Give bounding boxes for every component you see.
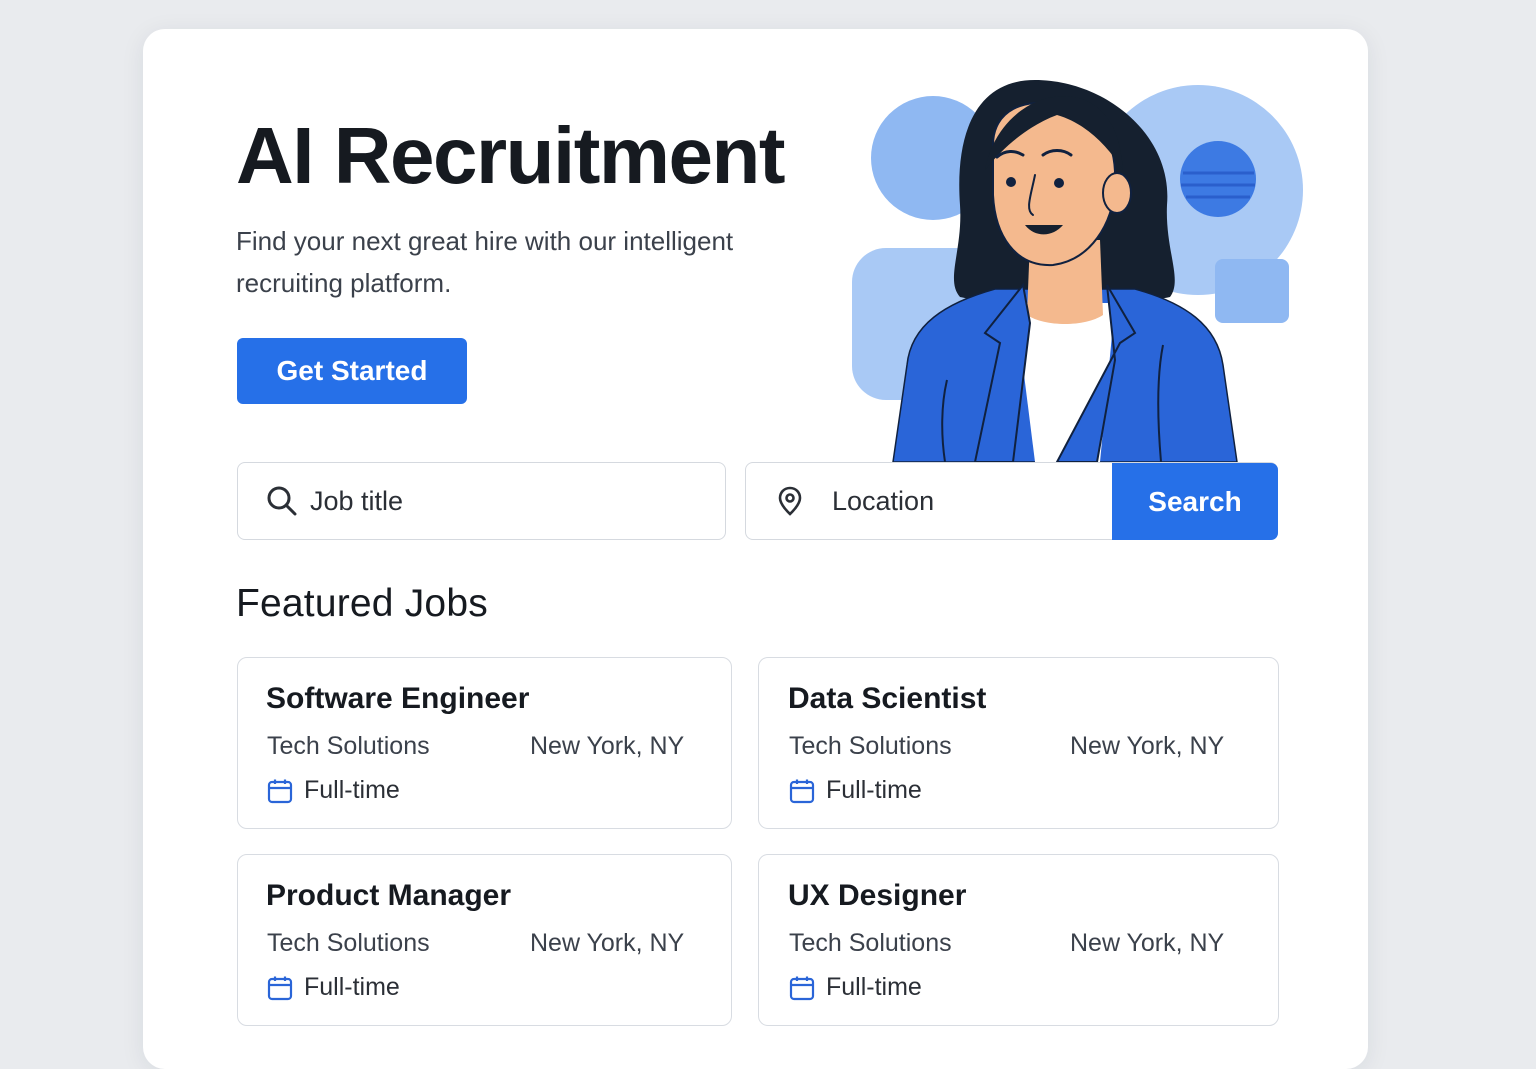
job-card-product-manager[interactable]: Product Manager Tech Solutions New York,…: [237, 854, 732, 1026]
job-company: Tech Solutions: [789, 929, 952, 957]
hero-subtitle: Find your next great hire with our intel…: [236, 226, 734, 298]
job-type: Full-time: [304, 973, 400, 1001]
job-title: Software Engineer: [266, 682, 530, 715]
job-type: Full-time: [826, 776, 922, 804]
calendar-icon: [789, 975, 815, 1001]
map-pin-icon: [772, 483, 808, 519]
job-location: New York, NY: [1070, 732, 1225, 760]
job-company: Tech Solutions: [789, 732, 952, 760]
job-company: Tech Solutions: [267, 929, 430, 957]
calendar-icon: [267, 975, 293, 1001]
recruiter-illustration: [852, 80, 1303, 463]
job-card-software-engineer[interactable]: Software Engineer Tech Solutions New Yor…: [237, 657, 732, 829]
job-title-input[interactable]: [308, 462, 692, 540]
search-icon: [264, 483, 300, 519]
search-button[interactable]: Search: [1112, 463, 1278, 540]
featured-jobs-heading: Featured Jobs: [236, 582, 488, 625]
location-input[interactable]: [830, 463, 1094, 539]
calendar-icon: [789, 778, 815, 804]
get-started-button[interactable]: Get Started: [237, 338, 467, 404]
job-type-row: Full-time: [267, 776, 400, 805]
job-type: Full-time: [304, 776, 400, 804]
job-card-ux-designer[interactable]: UX Designer Tech Solutions New York, NY …: [758, 854, 1279, 1026]
job-title: Data Scientist: [788, 682, 987, 715]
job-location: New York, NY: [530, 732, 685, 760]
job-type-row: Full-time: [267, 973, 400, 1002]
job-type-row: Full-time: [789, 973, 922, 1002]
job-title-field[interactable]: [237, 462, 726, 540]
job-location: New York, NY: [1070, 929, 1225, 957]
job-location: New York, NY: [530, 929, 685, 957]
job-title: UX Designer: [788, 879, 967, 912]
hero-title: AI Recruitment: [236, 111, 785, 200]
job-title: Product Manager: [266, 879, 512, 912]
job-type: Full-time: [826, 973, 922, 1001]
job-type-row: Full-time: [789, 776, 922, 805]
job-card-data-scientist[interactable]: Data Scientist Tech Solutions New York, …: [758, 657, 1279, 829]
job-company: Tech Solutions: [267, 732, 430, 760]
calendar-icon: [267, 778, 293, 804]
